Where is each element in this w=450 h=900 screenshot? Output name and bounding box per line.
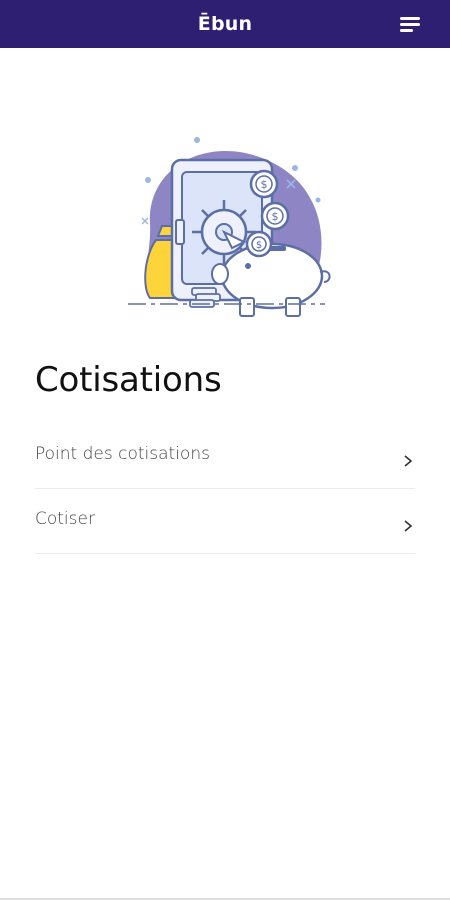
- svg-text:$: $: [261, 178, 268, 191]
- app-title: Ēbun: [197, 13, 253, 35]
- svg-text:$: $: [272, 210, 279, 223]
- safe-piggy-bank-icon: $ $ $: [128, 137, 331, 317]
- page-title: Cotisations: [35, 360, 222, 400]
- chevron-right-icon: [402, 454, 414, 467]
- app-bar: Ēbun: [0, 0, 450, 48]
- menu-item-point-des-cotisations[interactable]: Point des cotisations: [35, 424, 415, 489]
- chevron-right-icon: [402, 519, 414, 532]
- savings-illustration: $ $ $: [120, 128, 335, 323]
- menu-item-label: Cotiser: [35, 509, 95, 529]
- menu-item-label: Point des cotisations: [35, 444, 210, 464]
- menu-list: Point des cotisations Cotiser: [35, 424, 415, 554]
- menu-item-cotiser[interactable]: Cotiser: [35, 489, 415, 554]
- svg-text:$: $: [256, 240, 262, 251]
- menu-button[interactable]: [396, 14, 420, 34]
